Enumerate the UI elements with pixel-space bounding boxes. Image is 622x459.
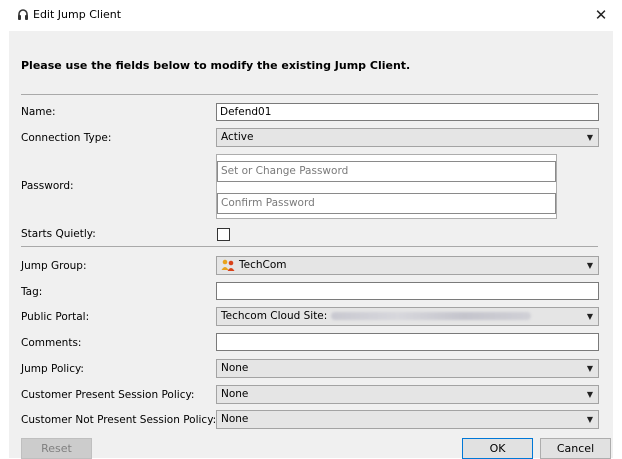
headset-icon (18, 9, 28, 20)
public-portal-label: Public Portal: (21, 311, 90, 323)
close-button[interactable]: ✕ (590, 4, 612, 26)
group-icon (221, 259, 235, 271)
comments-label: Comments: (21, 337, 82, 349)
divider-middle (21, 246, 598, 247)
dropdown-arrow-icon: ▼ (586, 312, 593, 321)
divider-top (21, 94, 598, 95)
dropdown-arrow-icon: ▼ (586, 364, 593, 373)
dropdown-arrow-icon: ▼ (586, 133, 593, 142)
jump-policy-select[interactable]: None ▼ (216, 359, 599, 378)
password-label: Password: (21, 180, 74, 192)
connection-type-value: Active (221, 131, 254, 143)
title-bar: Edit Jump Client ✕ (0, 0, 622, 30)
customer-present-policy-select[interactable]: None ▼ (216, 385, 599, 404)
name-input[interactable]: Defend01 (216, 103, 599, 121)
intro-text: Please use the fields below to modify th… (21, 59, 411, 72)
tag-input[interactable] (216, 282, 599, 300)
jump-group-select[interactable]: TechCom ▼ (216, 256, 599, 275)
name-label: Name: (21, 106, 56, 118)
cancel-button[interactable]: Cancel (540, 438, 611, 459)
dropdown-arrow-icon: ▼ (586, 415, 593, 424)
confirm-password-input[interactable]: Confirm Password (217, 193, 556, 214)
customer-not-present-policy-label: Customer Not Present Session Policy: (21, 414, 217, 426)
public-portal-select[interactable]: Techcom Cloud Site: ▼ (216, 307, 599, 326)
connection-type-select[interactable]: Active ▼ (216, 128, 599, 147)
customer-present-policy-value: None (221, 388, 249, 400)
window-title: Edit Jump Client (33, 8, 122, 21)
jump-policy-value: None (221, 362, 249, 374)
close-icon[interactable]: ✕ (595, 6, 608, 24)
dropdown-arrow-icon: ▼ (586, 261, 593, 270)
starts-quietly-label: Starts Quietly: (21, 228, 96, 240)
jump-group-label: Jump Group: (21, 260, 87, 272)
reset-button[interactable]: Reset (21, 438, 92, 459)
customer-not-present-policy-select[interactable]: None ▼ (216, 410, 599, 429)
connection-type-label: Connection Type: (21, 132, 112, 144)
jump-group-value: TechCom (239, 259, 287, 271)
public-portal-value: Techcom Cloud Site: (221, 310, 328, 322)
password-input[interactable]: Set or Change Password (217, 161, 556, 182)
tag-label: Tag: (21, 286, 43, 298)
starts-quietly-checkbox[interactable] (217, 228, 230, 241)
comments-input[interactable] (216, 333, 599, 351)
ok-button[interactable]: OK (462, 438, 533, 459)
redacted-text (331, 312, 532, 320)
customer-not-present-policy-value: None (221, 413, 249, 425)
dropdown-arrow-icon: ▼ (586, 390, 593, 399)
customer-present-policy-label: Customer Present Session Policy: (21, 389, 195, 401)
jump-policy-label: Jump Policy: (21, 363, 84, 375)
